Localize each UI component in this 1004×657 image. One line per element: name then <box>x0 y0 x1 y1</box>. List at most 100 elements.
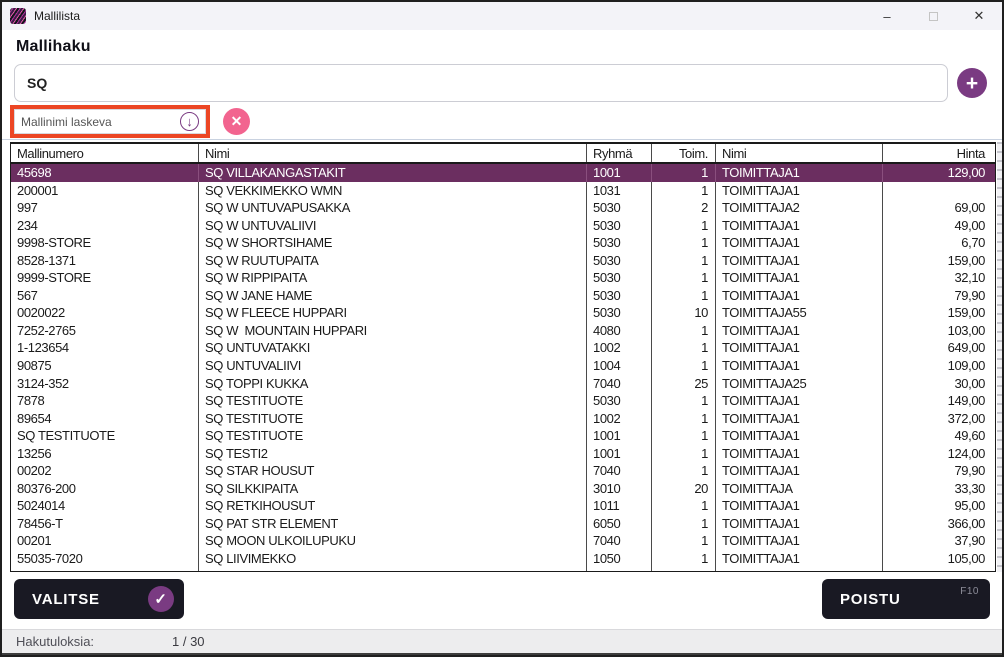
cell-mallinumero: 55035-7020 <box>11 550 199 568</box>
clear-search-button[interactable]: ✕ <box>223 108 250 135</box>
table-row[interactable]: 13256SQ TESTI210011TOIMITTAJA1124,00 <box>11 445 995 463</box>
maximize-icon <box>929 12 938 21</box>
maximize-button[interactable] <box>910 2 956 30</box>
table-row[interactable]: 567SQ W JANE HAME50301TOIMITTAJA179,90 <box>11 287 995 305</box>
cell-toim: 1 <box>652 339 716 357</box>
cell-toimittaja: TOIMITTAJA1 <box>716 445 883 463</box>
cell-ryhma: 6050 <box>587 515 652 533</box>
table-row[interactable]: 7878SQ TESTITUOTE50301TOIMITTAJA1149,00 <box>11 392 995 410</box>
app-window: Mallilista – ✕ Mallihaku + Mallinimi las… <box>0 0 1004 657</box>
cell-mallinumero: 3124-352 <box>11 375 199 393</box>
table-row[interactable]: 45698SQ VILLAKANGASTAKIT10011TOIMITTAJA1… <box>11 164 995 182</box>
cell-hinta: 159,00 <box>883 304 995 322</box>
table-row[interactable]: 3124-352SQ TOPPI KUKKA704025TOIMITTAJA25… <box>11 375 995 393</box>
cell-toimittaja: TOIMITTAJA1 <box>716 252 883 270</box>
cell-nimi: SQ RETKIHOUSUT <box>199 497 587 515</box>
cell-toim: 1 <box>652 427 716 445</box>
cell-mallinumero: 80376-200 <box>11 480 199 498</box>
results-count-value: 1 / 30 <box>172 634 205 649</box>
table-row[interactable]: 55035-7020SQ LIIVIMEKKO10501TOIMITTAJA11… <box>11 550 995 568</box>
cell-nimi: SQ JUOKSUPAITA <box>199 568 587 571</box>
cell-hinta: 129,00 <box>883 164 995 182</box>
table-row[interactable]: 78456-TSQ PAT STR ELEMENT60501TOIMITTAJA… <box>11 515 995 533</box>
cell-nimi: SQ W JANE HAME <box>199 287 587 305</box>
cell-nimi: SQ W MOUNTAIN HUPPARI <box>199 322 587 340</box>
cell-mallinumero: 8528-1371 <box>11 252 199 270</box>
cell-hinta: 124,00 <box>883 445 995 463</box>
table-row[interactable]: 80376-200SQ SILKKIPAITA301020TOIMITTAJA3… <box>11 480 995 498</box>
cell-mallinumero: SQ TESTITUOTE <box>11 427 199 445</box>
sort-dropdown-highlight: Mallinimi laskeva ↓ <box>10 105 210 138</box>
table-row[interactable]: 8528-1371SQ W RUUTUPAITA50301TOIMITTAJA1… <box>11 252 995 270</box>
table-row[interactable]: 200001SQ VEKKIMEKKO WMN10311TOIMITTAJA1 <box>11 182 995 200</box>
table-row[interactable]: 5024014SQ RETKIHOUSUT10111TOIMITTAJA195,… <box>11 497 995 515</box>
table-row[interactable]: 234SQ W UNTUVALIIVI50301TOIMITTAJA149,00 <box>11 217 995 235</box>
cell-toimittaja: TOIMITTAJA1 <box>716 550 883 568</box>
table-row[interactable]: 1-123654SQ UNTUVATAKKI10021TOIMITTAJA164… <box>11 339 995 357</box>
cell-hinta: 30,00 <box>883 375 995 393</box>
column-header-toimittaja[interactable]: Nimi <box>716 144 883 162</box>
cell-toim: 1 <box>652 357 716 375</box>
app-icon <box>10 8 26 24</box>
cell-hinta: 149,00 <box>883 392 995 410</box>
cell-toim: 20 <box>652 480 716 498</box>
sort-dropdown[interactable]: Mallinimi laskeva ↓ <box>14 109 206 134</box>
cell-toimittaja: TOIMITTAJA1 <box>716 568 883 571</box>
cell-mallinumero: 00000 <box>11 568 199 571</box>
table-row[interactable]: 90875SQ UNTUVALIIVI10041TOIMITTAJA1109,0… <box>11 357 995 375</box>
table-row[interactable]: 00202SQ STAR HOUSUT70401TOIMITTAJA179,90 <box>11 462 995 480</box>
table-row[interactable]: 997SQ W UNTUVAPUSAKKA50302TOIMITTAJA269,… <box>11 199 995 217</box>
cell-hinta: 103,00 <box>883 322 995 340</box>
cell-hinta: 69,00 <box>883 199 995 217</box>
cell-nimi: SQ PAT STR ELEMENT <box>199 515 587 533</box>
table-scrollbar[interactable] <box>997 142 1003 572</box>
close-button[interactable]: ✕ <box>956 2 1002 30</box>
cell-hinta: 649,00 <box>883 339 995 357</box>
cell-nimi: SQ UNTUVATAKKI <box>199 339 587 357</box>
table-row[interactable]: 00000SQ JUOKSUPAITA70401TOIMITTAJA134,90 <box>11 568 995 571</box>
column-header-hinta[interactable]: Hinta <box>883 144 995 162</box>
cell-ryhma: 5030 <box>587 217 652 235</box>
arrow-down-icon: ↓ <box>180 112 199 131</box>
cell-ryhma: 7040 <box>587 375 652 393</box>
cell-toimittaja: TOIMITTAJA1 <box>716 497 883 515</box>
add-button[interactable]: + <box>957 68 987 98</box>
select-button[interactable]: VALITSE ✓ <box>14 579 184 619</box>
cell-ryhma: 5030 <box>587 269 652 287</box>
cell-nimi: SQ TESTITUOTE <box>199 427 587 445</box>
cell-ryhma: 1001 <box>587 427 652 445</box>
cell-toim: 1 <box>652 164 716 182</box>
cell-ryhma: 5030 <box>587 252 652 270</box>
cell-ryhma: 1004 <box>587 357 652 375</box>
column-header-mallinumero[interactable]: Mallinumero <box>11 144 199 162</box>
cell-toim: 2 <box>652 199 716 217</box>
exit-button[interactable]: POISTU F10 <box>822 579 990 619</box>
exit-button-label: POISTU <box>840 591 901 608</box>
table-row[interactable]: SQ TESTITUOTESQ TESTITUOTE10011TOIMITTAJ… <box>11 427 995 445</box>
column-header-toim[interactable]: Toim. <box>652 144 716 162</box>
table-row[interactable]: 89654SQ TESTITUOTE10021TOIMITTAJA1372,00 <box>11 410 995 428</box>
minimize-button[interactable]: – <box>864 2 910 30</box>
cell-toimittaja: TOIMITTAJA1 <box>716 427 883 445</box>
table-row[interactable]: 9998-STORESQ W SHORTSIHAME50301TOIMITTAJ… <box>11 234 995 252</box>
cell-toim: 1 <box>652 445 716 463</box>
search-input[interactable] <box>14 64 948 102</box>
title-bar: Mallilista – ✕ <box>2 2 1002 30</box>
cell-mallinumero: 9999-STORE <box>11 269 199 287</box>
cell-nimi: SQ W UNTUVAPUSAKKA <box>199 199 587 217</box>
window-controls: – ✕ <box>864 2 1002 30</box>
table-row[interactable]: 00201SQ MOON ULKOILUPUKU70401TOIMITTAJA1… <box>11 532 995 550</box>
cell-ryhma: 7040 <box>587 568 652 571</box>
cell-toimittaja: TOIMITTAJA1 <box>716 410 883 428</box>
column-header-nimi[interactable]: Nimi <box>199 144 587 162</box>
table-row[interactable]: 0020022SQ W FLEECE HUPPARI503010TOIMITTA… <box>11 304 995 322</box>
cell-mallinumero: 00202 <box>11 462 199 480</box>
table-row[interactable]: 7252-2765SQ W MOUNTAIN HUPPARI40801TOIMI… <box>11 322 995 340</box>
cell-mallinumero: 997 <box>11 199 199 217</box>
checkmark-icon: ✓ <box>148 586 174 612</box>
cell-nimi: SQ STAR HOUSUT <box>199 462 587 480</box>
cell-mallinumero: 567 <box>11 287 199 305</box>
table-row[interactable]: 9999-STORESQ W RIPPIPAITA50301TOIMITTAJA… <box>11 269 995 287</box>
column-header-ryhma[interactable]: Ryhmä <box>587 144 652 162</box>
cell-ryhma: 3010 <box>587 480 652 498</box>
